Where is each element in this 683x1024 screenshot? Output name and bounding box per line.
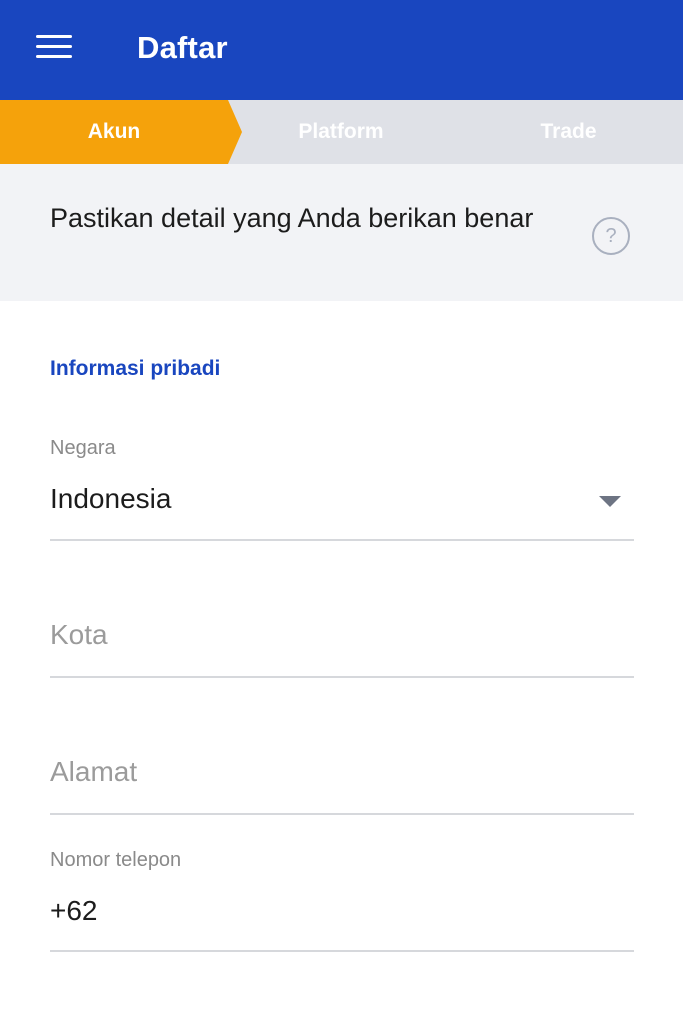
city-field[interactable] (50, 600, 634, 678)
registration-stepper: Akun Platform Trade (0, 100, 683, 164)
step-akun[interactable]: Akun (0, 100, 228, 164)
app-bar: Daftar (0, 0, 683, 100)
step-platform[interactable]: Platform (228, 100, 454, 164)
dropdown-arrow-icon[interactable] (599, 496, 621, 507)
city-placeholder: Kota (50, 619, 108, 650)
country-underline (50, 539, 634, 541)
section-title: Informasi pribadi (50, 357, 221, 380)
registration-screen: Daftar Akun Platform Trade Pastikan deta… (0, 0, 683, 1024)
phone-label: Nomor telepon (50, 849, 182, 871)
page-title: Daftar (137, 30, 228, 65)
country-value: Indonesia (50, 483, 172, 514)
address-underline (50, 813, 634, 815)
step-trade[interactable]: Trade (454, 100, 683, 164)
help-question-icon[interactable]: ? (592, 217, 630, 255)
phone-value: +62 (50, 895, 98, 926)
address-placeholder: Alamat (50, 756, 138, 787)
city-underline (50, 676, 634, 678)
phone-underline (50, 950, 634, 952)
notice-text: Pastikan detail yang Anda berikan benar (50, 203, 534, 233)
country-label: Negara (50, 437, 116, 459)
notice-banner: Pastikan detail yang Anda berikan benar (0, 164, 683, 301)
address-field[interactable] (50, 738, 634, 816)
hamburger-menu-icon[interactable] (36, 34, 72, 60)
